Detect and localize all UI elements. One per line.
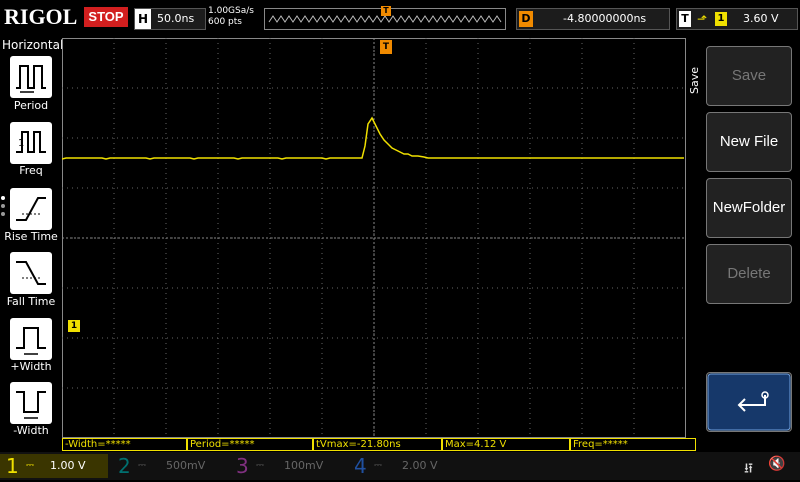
delay-value: -4.80000000ns — [563, 12, 647, 25]
channel-2-number: 2 — [118, 454, 131, 478]
period-button[interactable] — [10, 56, 52, 98]
channel-1-tab[interactable]: 1 ⎓ 1.00 V — [0, 454, 108, 478]
delete-button[interactable]: Delete — [706, 244, 792, 304]
trigger-source: 1 — [715, 12, 727, 26]
fall-time-label: Fall Time — [6, 295, 56, 308]
measurement-tvmax: tVmax=-21.80ns — [313, 438, 442, 451]
dc-coupling-icon: ⎓ — [374, 460, 382, 471]
usb-icon: ⭿ — [744, 461, 754, 477]
channel-4-tab[interactable]: 4 ⎓ 2.00 V — [348, 454, 460, 478]
brand-logo: RIGOL — [4, 4, 78, 29]
channel-2-scale: 500mV — [166, 459, 206, 472]
trigger-box[interactable]: T ⬏ 1 3.60 V — [676, 8, 798, 30]
timeline-trigger-marker: T — [381, 6, 391, 16]
period-label: Period — [13, 99, 49, 112]
rise-time-label: Rise Time — [4, 230, 58, 243]
measurement-max: Max=4.12 V — [442, 438, 570, 451]
dc-coupling-icon: ⎓ — [26, 460, 34, 471]
measurement-negative-width: -Width=***** — [62, 438, 187, 451]
rise-time-icon — [16, 197, 46, 221]
negative-width-button[interactable] — [10, 382, 52, 424]
positive-width-button[interactable] — [10, 318, 52, 360]
save-button-label: Save — [731, 67, 767, 84]
fall-time-button[interactable] — [10, 252, 52, 294]
channel-4-number: 4 — [354, 454, 367, 478]
channel-2-tab[interactable]: 2 ⎓ 500mV — [112, 454, 224, 478]
channel-3-number: 3 — [236, 454, 249, 478]
channel-3-tab[interactable]: 3 ⎓ 100mV — [230, 454, 342, 478]
channel-1-number: 1 — [6, 454, 19, 478]
new-folder-button-label: NewFolder — [712, 199, 786, 216]
new-file-button[interactable]: New File — [706, 112, 792, 172]
new-file-button-label: New File — [719, 133, 779, 150]
horizontal-scale-box[interactable]: H 50.0ns — [134, 8, 206, 30]
measurement-period: Period=***** — [187, 438, 313, 451]
measurement-frequency: Freq=***** — [570, 438, 696, 451]
negative-width-label: -Width — [13, 424, 49, 437]
channel-1-scale: 1.00 V — [50, 459, 86, 472]
return-arrow-icon — [707, 373, 791, 431]
memory-points: 600 pts — [208, 17, 242, 27]
frequency-button[interactable]: 1 — [10, 122, 52, 164]
new-folder-button[interactable]: NewFolder — [706, 178, 792, 238]
dc-coupling-icon: ⎓ — [256, 460, 264, 471]
save-button[interactable]: Save — [706, 46, 792, 106]
channel-3-scale: 100mV — [284, 459, 324, 472]
channel-4-scale: 2.00 V — [402, 459, 438, 472]
delay-key: D — [519, 11, 533, 27]
trigger-position-marker[interactable]: T — [380, 40, 392, 54]
rise-time-button[interactable] — [10, 188, 52, 230]
sample-rate: 1.00GSa/s — [208, 6, 254, 16]
waveform-display[interactable] — [61, 38, 686, 438]
trigger-level-value: 3.60 V — [743, 12, 779, 25]
sound-muted-icon[interactable]: 🔇 — [768, 456, 785, 472]
trigger-key: T — [679, 11, 691, 27]
frequency-label: Freq — [19, 164, 43, 177]
dc-coupling-icon: ⎓ — [138, 460, 146, 471]
fall-time-icon — [16, 261, 46, 285]
measure-menu-title: Horizontal — [2, 38, 64, 52]
return-button[interactable] — [706, 372, 792, 432]
menu-page-dots — [1, 196, 5, 220]
rising-edge-icon: ⬏ — [697, 12, 708, 26]
negative-width-icon — [16, 391, 46, 419]
save-menu-title: Save — [688, 66, 701, 94]
sample-info: 1.00GSa/s 600 pts — [208, 6, 254, 28]
run-stop-indicator[interactable]: STOP — [84, 7, 128, 27]
ch1-offset-marker[interactable]: 1 — [68, 320, 80, 332]
positive-width-label: +Width — [10, 360, 52, 373]
horizontal-scale-value: 50.0ns — [157, 12, 195, 25]
positive-width-icon — [16, 327, 46, 355]
period-icon — [16, 65, 46, 93]
graticule — [61, 38, 686, 438]
horizontal-key: H — [135, 9, 151, 29]
delay-box[interactable]: D -4.80000000ns — [516, 8, 670, 30]
frequency-icon: 1 — [16, 131, 46, 153]
delete-button-label: Delete — [727, 265, 771, 282]
svg-text:1: 1 — [18, 138, 24, 149]
